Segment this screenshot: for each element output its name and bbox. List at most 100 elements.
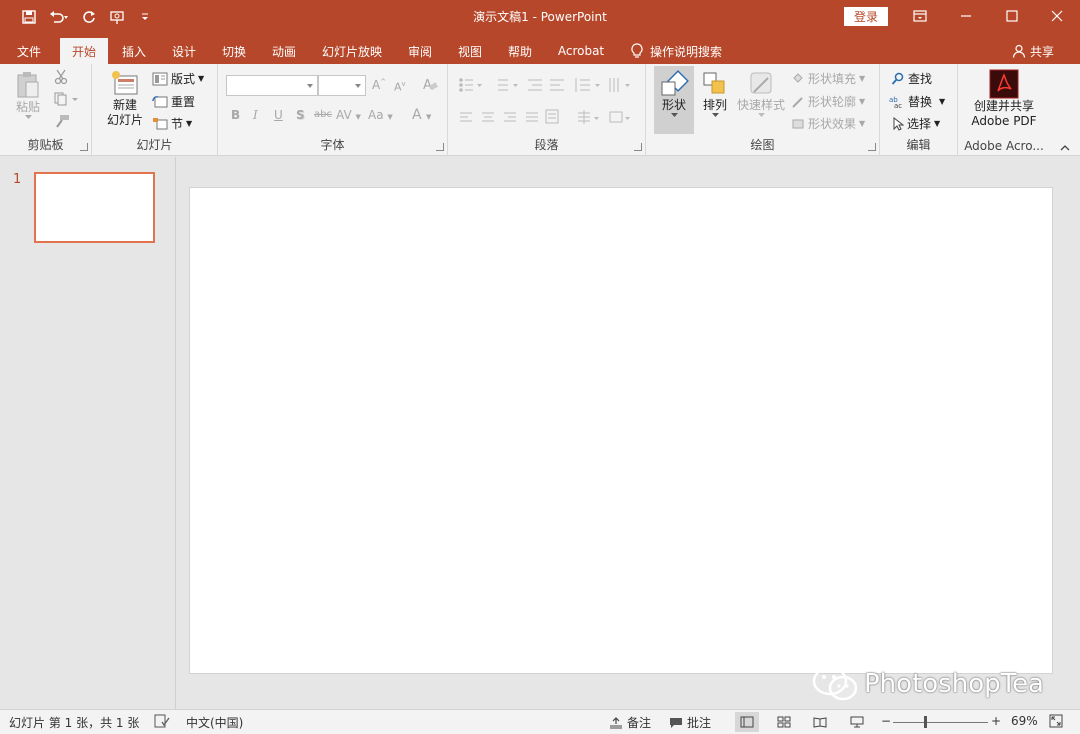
reset-button[interactable]: 重置 xyxy=(152,93,195,110)
section-label: 节 xyxy=(171,117,184,131)
shape-effects-button[interactable]: 形状效果 ▼ xyxy=(791,115,865,132)
comments-button[interactable]: 批注 xyxy=(669,714,711,731)
status-bar: 幻灯片 第 1 张，共 1 张 中文(中国) 备注 批注 − + 69% xyxy=(0,709,1080,734)
shapes-button[interactable]: 形状 xyxy=(654,66,694,134)
shapes-label: 形状 xyxy=(661,98,686,112)
format-painter-button[interactable] xyxy=(54,114,70,128)
font-size-combo[interactable] xyxy=(318,75,366,96)
start-from-beginning-button[interactable] xyxy=(106,6,128,28)
redo-icon xyxy=(83,11,95,23)
undo-button[interactable] xyxy=(46,6,72,28)
quick-access-toolbar xyxy=(18,6,156,28)
maximize-icon xyxy=(1006,10,1018,22)
spelling-check-button[interactable] xyxy=(154,714,170,728)
underline-button[interactable]: U xyxy=(274,108,283,122)
share-button[interactable]: 共享 xyxy=(1012,38,1054,64)
clipboard-dialog-launcher[interactable] xyxy=(80,143,88,151)
chevron-down-icon xyxy=(142,13,148,20)
slides-group: 新建 幻灯片 版式 ▼ 重置 节 ▼ 幻灯片 xyxy=(92,64,218,156)
copy-button[interactable] xyxy=(54,92,80,106)
tab-animations[interactable]: 动画 xyxy=(264,38,304,64)
slideshow-icon xyxy=(850,716,864,728)
collapse-ribbon-button[interactable] xyxy=(1058,142,1072,154)
maximize-button[interactable] xyxy=(989,0,1035,32)
minimize-button[interactable] xyxy=(943,0,989,32)
tab-home[interactable]: 开始 xyxy=(60,38,108,64)
tab-help[interactable]: 帮助 xyxy=(500,38,540,64)
select-button[interactable]: 选择 ▼ xyxy=(892,115,940,132)
create-share-pdf-button[interactable]: 创建并共享 Adobe PDF xyxy=(964,69,1044,129)
notes-button[interactable]: 备注 xyxy=(609,714,651,731)
italic-button[interactable]: I xyxy=(253,108,258,122)
reading-view-button[interactable] xyxy=(808,712,832,732)
zoom-slider-thumb[interactable] xyxy=(924,716,927,728)
strikethrough-button[interactable]: abc xyxy=(314,109,332,120)
find-button[interactable]: 查找 xyxy=(891,70,932,87)
bold-button[interactable]: B xyxy=(231,108,240,122)
tab-acrobat[interactable]: Acrobat xyxy=(552,38,610,64)
font-dialog-launcher[interactable] xyxy=(436,143,444,151)
tab-review[interactable]: 审阅 xyxy=(400,38,440,64)
chevron-down-icon xyxy=(711,113,719,117)
normal-view-button[interactable] xyxy=(735,712,759,732)
lightbulb-icon xyxy=(631,43,643,58)
tab-transitions[interactable]: 切换 xyxy=(214,38,254,64)
ribbon: 粘贴 剪贴板 新建 幻灯片 版式 ▼ 重置 节 ▼ 幻灯片 A^ Av A B … xyxy=(0,64,1080,156)
ribbon-display-options-button[interactable] xyxy=(897,0,943,32)
tab-file[interactable]: 文件 xyxy=(8,38,50,64)
quick-styles-button[interactable]: 快速样式 xyxy=(734,70,788,118)
zoom-in-button[interactable]: + xyxy=(991,714,1001,728)
text-shadow-button[interactable]: S xyxy=(296,108,305,122)
arrange-icon xyxy=(703,72,725,94)
paragraph-dialog-launcher[interactable] xyxy=(634,143,642,151)
clipboard-group: 粘贴 剪贴板 xyxy=(0,64,92,156)
change-case-button[interactable]: Aa ▼ xyxy=(368,108,393,122)
cut-button[interactable] xyxy=(54,69,68,85)
paste-button[interactable]: 粘贴 xyxy=(8,70,48,120)
shape-outline-button[interactable]: 形状轮廓 ▼ xyxy=(791,93,865,110)
tab-slideshow[interactable]: 幻灯片放映 xyxy=(316,38,388,64)
title-bar: 演示文稿1 - PowerPoint 登录 xyxy=(0,0,1080,34)
slide-count-indicator[interactable]: 幻灯片 第 1 张，共 1 张 xyxy=(9,714,139,731)
editing-group: 查找 ab ac 替换 ▼ 选择 ▼ 编辑 xyxy=(880,64,958,156)
zoom-out-button[interactable]: − xyxy=(881,714,891,728)
arrange-button[interactable]: 排列 xyxy=(696,70,734,118)
font-color-button[interactable]: A ▼ xyxy=(412,107,431,123)
fit-to-window-button[interactable] xyxy=(1049,714,1063,728)
slide-sorter-view-button[interactable] xyxy=(772,712,796,732)
redo-button[interactable] xyxy=(78,6,100,28)
character-spacing-button[interactable]: AV ▼ xyxy=(336,108,361,122)
font-family-combo[interactable] xyxy=(226,75,318,96)
layout-button[interactable]: 版式 ▼ xyxy=(152,70,204,87)
tell-me-search[interactable]: 操作说明搜索 xyxy=(630,38,722,64)
save-button[interactable] xyxy=(18,6,40,28)
tab-insert[interactable]: 插入 xyxy=(114,38,154,64)
customize-toolbar-button[interactable] xyxy=(134,6,156,28)
create-share-label-2: Adobe PDF xyxy=(971,114,1037,128)
tab-view[interactable]: 视图 xyxy=(450,38,490,64)
new-slide-button[interactable]: 新建 幻灯片 xyxy=(100,70,150,128)
close-button[interactable] xyxy=(1034,0,1080,32)
slides-group-label: 幻灯片 xyxy=(136,138,173,152)
paragraph-tools-icon xyxy=(459,78,630,124)
copy-icon xyxy=(54,92,78,106)
tab-design[interactable]: 设计 xyxy=(164,38,204,64)
slide-thumbnail[interactable] xyxy=(34,172,155,243)
zoom-slider[interactable] xyxy=(893,722,988,723)
layout-label: 版式 xyxy=(171,72,196,86)
shape-fill-button[interactable]: 形状填充 ▼ xyxy=(791,70,865,87)
zoom-level[interactable]: 69% xyxy=(1011,714,1038,728)
login-button[interactable]: 登录 xyxy=(844,7,888,26)
comments-label: 批注 xyxy=(687,716,712,730)
minimize-icon xyxy=(961,15,971,17)
increase-font-icon[interactable]: A^ xyxy=(372,78,386,92)
replace-button[interactable]: ab ac 替换 ▼ xyxy=(889,93,945,110)
drawing-dialog-launcher[interactable] xyxy=(868,143,876,151)
language-indicator[interactable]: 中文(中国) xyxy=(186,714,243,731)
slide-canvas[interactable] xyxy=(189,187,1053,674)
slideshow-view-button[interactable] xyxy=(845,712,869,732)
section-button[interactable]: 节 ▼ xyxy=(152,115,192,132)
adobe-pdf-icon xyxy=(989,69,1019,99)
clear-format-icon[interactable]: A xyxy=(422,76,438,95)
decrease-font-icon[interactable]: Av xyxy=(394,80,406,94)
